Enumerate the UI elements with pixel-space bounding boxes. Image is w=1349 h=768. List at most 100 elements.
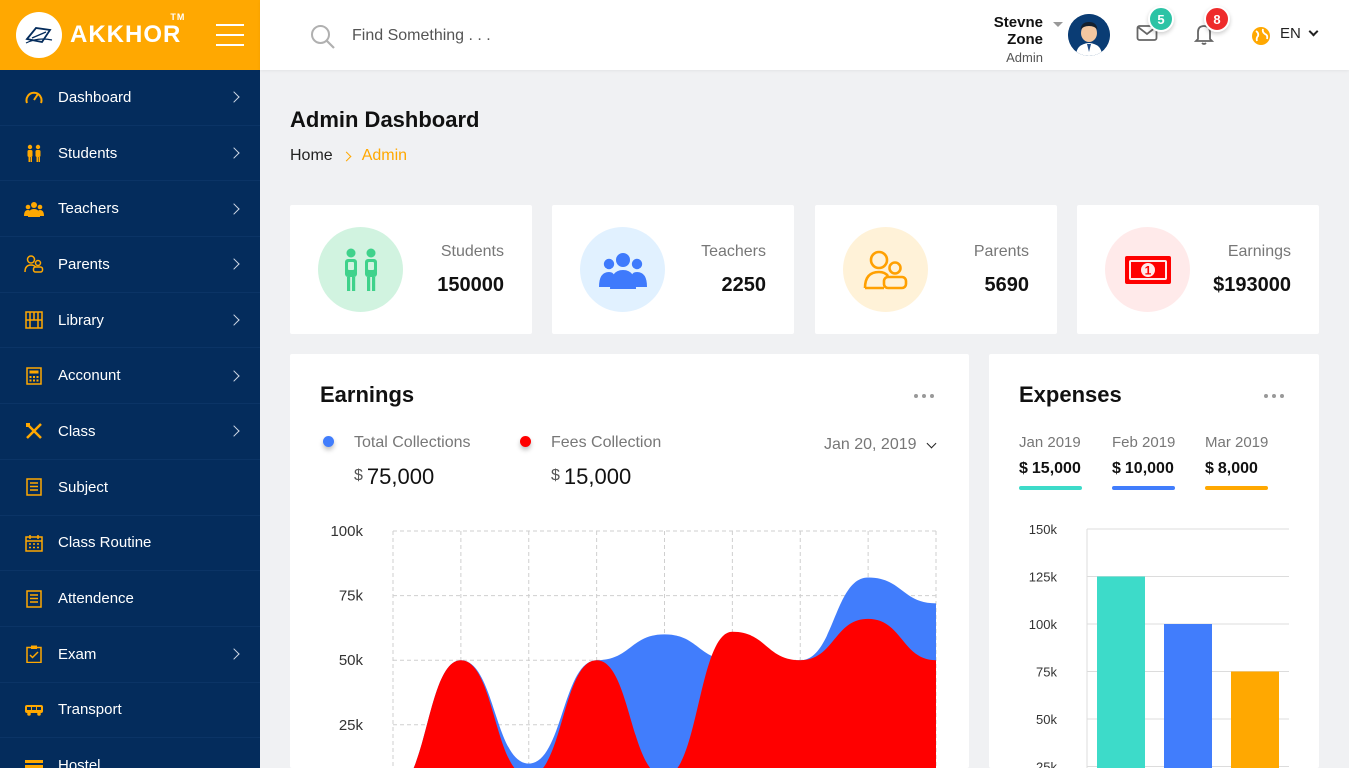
legend-dot-fees	[520, 436, 531, 447]
mail-count-badge: 5	[1148, 6, 1174, 32]
sidebar-item-label: Students	[58, 144, 118, 162]
parents-icon	[24, 254, 44, 274]
sidebar-item-transport[interactable]: Transport	[0, 683, 260, 739]
y-tick-label: 150k	[1029, 522, 1058, 537]
y-tick-label: 100k	[330, 523, 363, 540]
search-input[interactable]	[352, 22, 612, 50]
more-options-icon[interactable]	[1264, 394, 1284, 398]
sidebar-item-class-routine[interactable]: Class Routine	[0, 516, 260, 572]
sidebar-item-class[interactable]: Class	[0, 404, 260, 460]
legend-label-fees: Fees Collection	[551, 434, 662, 451]
caret-down-icon[interactable]	[1053, 22, 1063, 27]
expense-month: Mar 2019	[1205, 434, 1269, 451]
bar-mar-2019[interactable]	[1231, 671, 1279, 768]
sidebar-item-parents[interactable]: Parents	[0, 237, 260, 293]
sidebar-item-label: Teachers	[58, 200, 119, 218]
sidebar-item-hostel[interactable]: Hostel	[0, 738, 260, 768]
sidebar-item-label: Hostel	[58, 757, 101, 768]
search-icon[interactable]	[310, 24, 336, 55]
expense-item-feb: Feb 2019 $10,000	[1112, 434, 1175, 490]
expense-item-mar: Mar 2019 $8,000	[1205, 434, 1268, 490]
parents-icon	[843, 227, 928, 312]
speedometer-icon	[24, 87, 44, 107]
more-options-icon[interactable]	[914, 394, 934, 398]
stat-card-students[interactable]: Students 150000	[290, 205, 532, 334]
sidebar-item-library[interactable]: Library	[0, 293, 260, 349]
legend-value-fees: $15,000	[551, 464, 632, 489]
chevron-right-icon	[228, 425, 240, 438]
stat-value: $193000	[1213, 274, 1291, 296]
language-selector[interactable]: EN	[1280, 25, 1301, 42]
sidebar-item-label: Transport	[58, 701, 122, 719]
sidebar-item-account[interactable]: Acconunt	[0, 348, 260, 405]
money-icon: 1	[1105, 227, 1190, 312]
page-title: Admin Dashboard	[290, 107, 480, 132]
sidebar-item-subject[interactable]: Subject	[0, 460, 260, 516]
expense-underline	[1019, 486, 1082, 490]
expenses-title: Expenses	[1019, 382, 1122, 407]
stat-value: 2250	[721, 274, 767, 296]
sidebar-item-label: Class	[58, 422, 96, 440]
logo-icon[interactable]	[16, 12, 62, 58]
sidebar-item-label: Exam	[58, 645, 97, 663]
y-tick-label: 25k	[339, 717, 364, 734]
expense-month: Jan 2019	[1019, 434, 1081, 451]
expense-item-jan: Jan 2019 $15,000	[1019, 434, 1082, 490]
brand-name[interactable]: AKKHOR TM	[70, 12, 184, 49]
stat-label: Earnings	[1227, 243, 1291, 260]
top-header: Stevne Zone Admin 5 8 EN	[260, 0, 1349, 70]
stat-label: Parents	[973, 243, 1029, 260]
sidebar-item-students[interactable]: Students	[0, 126, 260, 182]
stat-value: 150000	[437, 274, 504, 296]
earnings-panel: Earnings Total Collections $75,000 Fees …	[290, 354, 969, 768]
stat-card-parents[interactable]: Parents 5690	[815, 205, 1057, 334]
svg-text:1: 1	[1144, 263, 1151, 277]
sidebar-item-teachers[interactable]: Teachers	[0, 181, 260, 238]
chevron-right-icon	[228, 648, 240, 660]
trademark: TM	[170, 12, 186, 22]
y-tick-label: 25k	[1036, 760, 1057, 768]
expenses-bar-chart: 150k 125k 100k 75k 50k 25k	[1029, 522, 1289, 768]
stat-label: Students	[440, 243, 504, 260]
chevron-down-icon[interactable]	[1308, 26, 1319, 37]
bus-icon	[24, 700, 44, 720]
avatar[interactable]	[1068, 14, 1110, 56]
breadcrumb: Home Admin	[290, 147, 407, 165]
sidebar-item-attendence[interactable]: Attendence	[0, 571, 260, 627]
breadcrumb-current: Admin	[361, 147, 408, 164]
expense-month: Feb 2019	[1112, 434, 1176, 451]
y-tick-label: 50k	[339, 652, 364, 669]
expense-amount: $8,000	[1205, 460, 1258, 477]
chevron-right-icon	[228, 91, 240, 104]
sidebar-item-dashboard[interactable]: Dashboard	[0, 70, 260, 126]
chevron-right-icon	[228, 203, 240, 215]
sidebar-item-exam[interactable]: Exam	[0, 627, 260, 683]
expenses-panel: Expenses Jan 2019 $15,000 Feb 2019 $10,0…	[989, 354, 1319, 768]
breadcrumb-home-link[interactable]: Home	[290, 147, 333, 165]
sidebar: AKKHOR TM Dashboard Students Teachers Pa…	[0, 0, 260, 768]
globe-icon	[1251, 26, 1271, 51]
user-role: Admin	[1006, 50, 1043, 65]
library-icon	[24, 310, 44, 330]
expense-underline	[1205, 486, 1268, 490]
sidebar-item-label: Class Routine	[58, 534, 152, 552]
earnings-area-chart: 100k 75k 50k 25k	[330, 523, 937, 768]
user-name: Stevne Zone	[993, 14, 1043, 48]
stat-card-earnings[interactable]: 1 Earnings $193000	[1077, 205, 1319, 334]
calendar-icon	[24, 533, 44, 553]
date-selector[interactable]: Jan 20, 2019	[824, 436, 917, 454]
class-icon	[24, 421, 44, 441]
bar-jan-2019[interactable]	[1097, 576, 1145, 768]
stat-label: Teachers	[701, 243, 766, 260]
y-tick-label: 125k	[1029, 570, 1058, 585]
chevron-right-icon	[228, 147, 240, 159]
menu-toggle-icon[interactable]	[216, 24, 244, 46]
bar-feb-2019[interactable]	[1164, 624, 1212, 768]
sidebar-item-label: Parents	[58, 255, 110, 273]
sidebar-nav: Dashboard Students Teachers Parents Libr…	[0, 70, 260, 768]
chevron-down-icon[interactable]	[926, 438, 937, 449]
stat-card-teachers[interactable]: Teachers 2250	[552, 205, 794, 334]
y-tick-label: 50k	[1036, 712, 1057, 727]
user-menu[interactable]: Stevne Zone Admin	[960, 14, 1043, 65]
sidebar-item-label: Attendence	[58, 590, 134, 608]
